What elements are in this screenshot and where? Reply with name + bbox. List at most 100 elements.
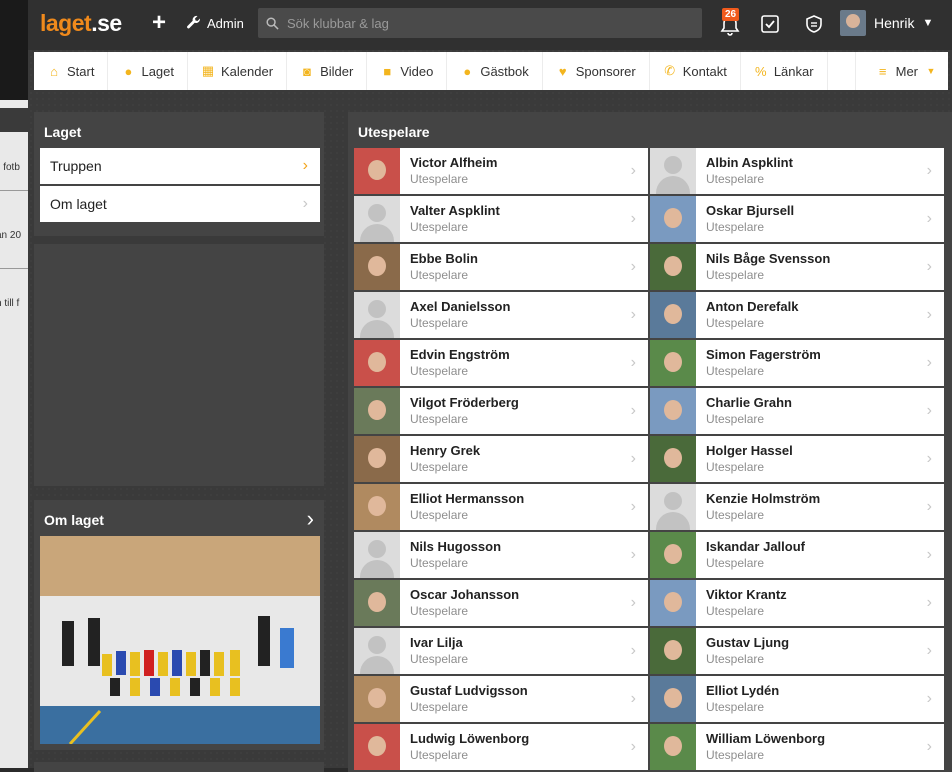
add-icon[interactable]: + xyxy=(152,11,166,35)
player-info: Axel Danielsson Utespelare xyxy=(410,299,631,331)
player-info: Nils Hugosson Utespelare xyxy=(410,539,631,571)
player-card[interactable]: Ivar Lilja Utespelare › xyxy=(354,628,648,674)
player-card[interactable]: Gustaf Ludvigsson Utespelare › xyxy=(354,676,648,722)
chevron-right-icon: › xyxy=(926,546,932,563)
player-card[interactable]: Henry Grek Utespelare › xyxy=(354,436,648,482)
notifications-button[interactable]: 26 xyxy=(720,8,740,36)
main-nav: ⌂ Start ● Laget ▦ Kalender ◙ Bilder ■ Video ●… xyxy=(34,52,948,90)
player-card[interactable]: William Löwenborg Utespelare › xyxy=(650,724,944,770)
nav-label: Sponsorer xyxy=(575,63,636,79)
player-card[interactable]: Nils Hugosson Utespelare › xyxy=(354,532,648,578)
player-card[interactable]: Anton Derefalk Utespelare › xyxy=(650,292,944,338)
player-name: Elliot Lydén xyxy=(706,683,780,698)
nav-item-start[interactable]: ⌂ Start xyxy=(34,52,109,90)
player-photo xyxy=(354,340,400,386)
player-card[interactable]: Ebbe Bolin Utespelare › xyxy=(354,244,648,290)
player-card[interactable]: Elliot Lydén Utespelare › xyxy=(650,676,944,722)
player-info: Ludwig Löwenborg Utespelare xyxy=(410,731,631,763)
nav-item-lankar[interactable]: % Länkar xyxy=(741,52,828,90)
player-card[interactable]: Gustav Ljung Utespelare › xyxy=(650,628,944,674)
background-page-header xyxy=(0,0,28,100)
player-info: Valter Aspklint Utespelare xyxy=(410,203,631,235)
player-card[interactable]: Holger Hassel Utespelare › xyxy=(650,436,944,482)
about-title: Om laget xyxy=(44,512,104,528)
user-menu[interactable]: Henrik ▼ xyxy=(840,10,933,36)
player-card[interactable]: Victor Alfheim Utespelare › xyxy=(354,148,648,194)
player-info: Simon Fagerström Utespelare xyxy=(706,347,927,379)
player-position: Utespelare xyxy=(706,652,765,666)
sidebar-panel: Laget Truppen › Om laget › xyxy=(34,112,324,486)
player-name: Iskandar Jallouf xyxy=(706,539,805,554)
player-card[interactable]: Edvin Engström Utespelare › xyxy=(354,340,648,386)
nav-label: Bilder xyxy=(320,63,354,79)
player-card[interactable]: Viktor Krantz Utespelare › xyxy=(650,580,944,626)
panel-footer xyxy=(34,762,324,772)
player-card[interactable]: Iskandar Jallouf Utespelare › xyxy=(650,532,944,578)
avatar-placeholder-icon xyxy=(650,148,696,194)
chevron-down-icon: ▼ xyxy=(922,17,934,29)
site-logo[interactable]: laget.se xyxy=(40,10,122,37)
player-card[interactable]: Valter Aspklint Utespelare › xyxy=(354,196,648,242)
nav-item-video[interactable]: ■ Video xyxy=(367,52,448,90)
nav-item-gastbok[interactable]: ● Gästbok xyxy=(447,52,543,90)
player-info: Elliot Hermansson Utespelare xyxy=(410,491,631,523)
team-photo[interactable] xyxy=(40,536,320,744)
panel-divider xyxy=(34,236,324,244)
player-card[interactable]: Nils Båge Svensson Utespelare › xyxy=(650,244,944,290)
background-snippet: n till f xyxy=(0,298,20,309)
player-info: Elliot Lydén Utespelare xyxy=(706,683,927,715)
player-photo xyxy=(650,580,696,626)
chevron-right-icon: › xyxy=(926,306,932,323)
sidebar-list: Truppen › Om laget › xyxy=(40,148,320,224)
chevron-down-icon: ▼ xyxy=(926,66,936,76)
player-name: Gustav Ljung xyxy=(706,635,790,650)
nav-item-sponsorer[interactable]: ♥ Sponsorer xyxy=(543,52,650,90)
sidebar-item-om-laget[interactable]: Om laget › xyxy=(40,186,320,222)
nav-item-bilder[interactable]: ◙ Bilder xyxy=(287,52,368,90)
player-photo xyxy=(354,148,400,194)
chevron-right-icon: › xyxy=(926,210,932,227)
chevron-right-icon: › xyxy=(630,354,636,371)
player-name: Elliot Hermansson xyxy=(410,491,525,506)
player-card[interactable]: Kenzie Holmström Utespelare › xyxy=(650,484,944,530)
chevron-right-icon[interactable]: › xyxy=(307,506,314,532)
player-info: Ebbe Bolin Utespelare xyxy=(410,251,631,283)
player-name: Viktor Krantz xyxy=(706,587,787,602)
nav-item-laget[interactable]: ● Laget xyxy=(108,52,189,90)
player-card[interactable]: Simon Fagerström Utespelare › xyxy=(650,340,944,386)
player-name: Holger Hassel xyxy=(706,443,793,458)
player-card[interactable]: Charlie Grahn Utespelare › xyxy=(650,388,944,434)
nav-more-button[interactable]: ≡ Mer ▼ xyxy=(854,52,948,90)
player-card[interactable]: Oscar Johansson Utespelare › xyxy=(354,580,648,626)
player-card[interactable]: Elliot Hermansson Utespelare › xyxy=(354,484,648,530)
nav-item-kalender[interactable]: ▦ Kalender xyxy=(188,52,288,90)
player-card[interactable]: Axel Danielsson Utespelare › xyxy=(354,292,648,338)
sidebar-item-truppen[interactable]: Truppen › xyxy=(40,148,320,184)
link-icon: % xyxy=(755,63,767,79)
player-photo xyxy=(354,388,400,434)
player-photo xyxy=(650,628,696,674)
shield-button[interactable] xyxy=(804,14,824,34)
player-card[interactable]: Albin Aspklint Utespelare › xyxy=(650,148,944,194)
tasks-button[interactable] xyxy=(760,14,780,34)
chevron-right-icon: › xyxy=(926,402,932,419)
chevron-right-icon: › xyxy=(630,306,636,323)
player-name: Albin Aspklint xyxy=(706,155,793,170)
player-card[interactable]: Oskar Bjursell Utespelare › xyxy=(650,196,944,242)
nav-label: Start xyxy=(67,63,95,79)
chevron-right-icon: › xyxy=(926,162,932,179)
search-box[interactable] xyxy=(258,8,702,38)
sidebar-title: Laget xyxy=(44,124,82,140)
player-info: Oskar Bjursell Utespelare xyxy=(706,203,927,235)
user-name: Henrik xyxy=(874,15,915,31)
player-name: Valter Aspklint xyxy=(410,203,500,218)
player-name: Kenzie Holmström xyxy=(706,491,821,506)
player-card[interactable]: Ludwig Löwenborg Utespelare › xyxy=(354,724,648,770)
player-name: William Löwenborg xyxy=(706,731,826,746)
admin-button[interactable]: Admin xyxy=(186,15,244,31)
player-card[interactable]: Vilgot Fröderberg Utespelare › xyxy=(354,388,648,434)
nav-item-kontakt[interactable]: ✆ Kontakt xyxy=(650,52,741,90)
player-name: Charlie Grahn xyxy=(706,395,792,410)
player-position: Utespelare xyxy=(706,364,765,378)
search-input[interactable] xyxy=(285,14,689,32)
